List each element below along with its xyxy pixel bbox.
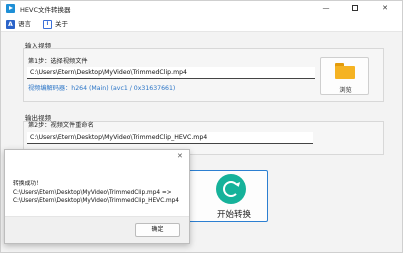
input-step-label: 第1步：选择视频文件: [28, 58, 88, 65]
menu-language-label: 语言: [18, 20, 31, 28]
folder-icon: [335, 63, 355, 79]
app-logo-icon: [6, 4, 15, 13]
info-icon: i: [43, 19, 52, 29]
menu-language[interactable]: A 语言: [6, 18, 31, 30]
browse-button[interactable]: 浏览: [320, 57, 369, 95]
menu-bar: A 语言 i 关于: [1, 16, 402, 32]
output-path-field[interactable]: [27, 132, 313, 144]
ok-button[interactable]: 确定: [135, 223, 180, 237]
minimize-button[interactable]: —: [314, 1, 338, 16]
language-icon: A: [6, 19, 15, 29]
output-step-label: 第2步：视频文件重命名: [28, 122, 94, 129]
close-button[interactable]: ✕: [373, 1, 397, 16]
start-convert-label: 开始转换: [216, 210, 251, 220]
dialog-message: 转换成功！ C:\Users\Etern\Desktop\MyVideo\Tri…: [13, 181, 179, 204]
dialog-close-icon[interactable]: ✕: [177, 152, 183, 160]
menu-about[interactable]: i 关于: [43, 18, 68, 30]
codec-info: 视频编解码器：h264 (Main) (avc1 / 0x31637661): [28, 85, 176, 92]
window-title: HEVC文件转换器: [20, 6, 71, 14]
maximize-button[interactable]: [343, 1, 367, 16]
maximize-icon: [352, 5, 358, 11]
menu-about-label: 关于: [55, 20, 68, 28]
dialog-footer: 确定: [5, 216, 189, 243]
browse-label: 浏览: [339, 87, 352, 94]
title-bar: HEVC文件转换器 — ✕: [1, 1, 402, 16]
input-path-field[interactable]: [27, 67, 315, 79]
success-dialog: ✕ 转换成功！ C:\Users\Etern\Desktop\MyVideo\T…: [4, 149, 190, 244]
convert-refresh-icon: [216, 174, 246, 204]
